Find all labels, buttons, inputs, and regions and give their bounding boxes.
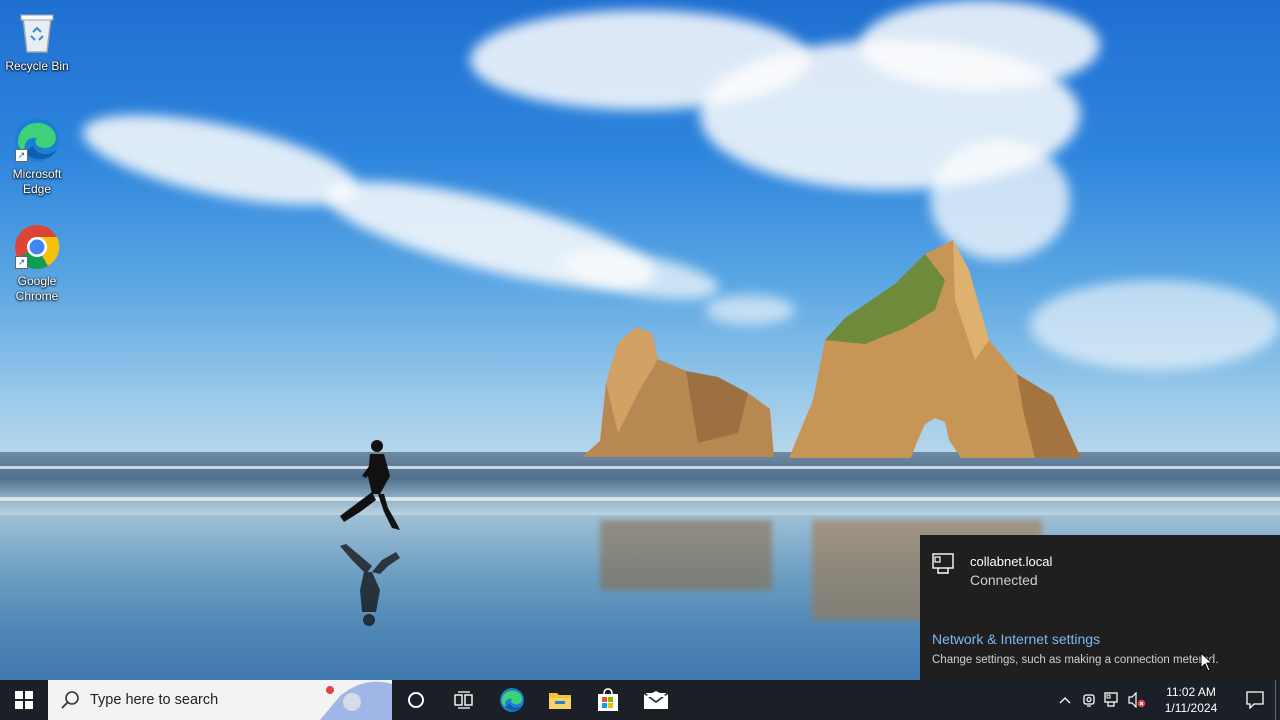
mouse-cursor-icon bbox=[1200, 652, 1214, 672]
notification-icon bbox=[1246, 691, 1264, 709]
task-view-button[interactable] bbox=[440, 680, 488, 720]
task-view-icon bbox=[454, 691, 473, 709]
chrome-icon: ↗ bbox=[13, 223, 61, 271]
start-button[interactable] bbox=[0, 680, 48, 720]
desktop-icon-recycle-bin[interactable]: Recycle Bin bbox=[1, 8, 73, 74]
surf-line bbox=[0, 497, 1280, 501]
network-settings-description: Change settings, such as making a connec… bbox=[932, 654, 1219, 666]
network-flyout: collabnet.local Connected Network & Inte… bbox=[920, 535, 1280, 680]
network-name: collabnet.local bbox=[970, 554, 1053, 569]
show-desktop-button[interactable] bbox=[1275, 680, 1280, 720]
clock-time: 11:02 AM bbox=[1166, 685, 1216, 699]
shortcut-arrow-icon: ↗ bbox=[15, 149, 28, 162]
clock-date: 1/11/2024 bbox=[1164, 701, 1218, 715]
desktop: Recycle Bin ↗ Microsoft Edge ↗ Google Ch… bbox=[0, 0, 1280, 720]
network-icon bbox=[1104, 692, 1118, 707]
cortana-button[interactable] bbox=[392, 680, 440, 720]
taskbar-clock[interactable]: 11:02 AM 1/11/2024 bbox=[1159, 684, 1223, 716]
taskbar-search-box[interactable]: Type here to search bbox=[48, 680, 392, 720]
desktop-icon-chrome[interactable]: ↗ Google Chrome bbox=[1, 223, 73, 304]
surf-line bbox=[0, 466, 1280, 469]
cloud bbox=[705, 295, 795, 325]
network-tray-button[interactable] bbox=[1101, 680, 1125, 720]
taskbar-file-explorer-button[interactable] bbox=[536, 680, 584, 720]
rock-left bbox=[582, 327, 774, 457]
rock-reflection bbox=[600, 520, 772, 590]
volume-tray-button[interactable] bbox=[1125, 680, 1149, 720]
meet-now-icon bbox=[1083, 694, 1095, 707]
taskbar: Type here to search 11:02 AM 1/11/2024 bbox=[0, 680, 1280, 720]
ethernet-icon bbox=[932, 553, 954, 574]
taskbar-edge-button[interactable] bbox=[488, 680, 536, 720]
system-tray: 11:02 AM 1/11/2024 bbox=[1053, 680, 1280, 720]
search-icon bbox=[61, 691, 79, 709]
chevron-up-icon bbox=[1059, 697, 1071, 704]
microsoft-store-icon bbox=[598, 688, 618, 711]
shortcut-arrow-icon: ↗ bbox=[15, 256, 28, 269]
file-explorer-icon bbox=[549, 693, 571, 709]
action-center-button[interactable] bbox=[1235, 680, 1275, 720]
desktop-icon-label: Recycle Bin bbox=[5, 59, 69, 73]
recycle-bin-icon bbox=[13, 8, 61, 56]
mail-icon bbox=[643, 691, 669, 709]
rock-arch bbox=[789, 240, 1081, 458]
cortana-icon bbox=[408, 692, 424, 708]
pinned-apps bbox=[392, 680, 680, 720]
network-settings-link[interactable]: Network & Internet settings bbox=[932, 631, 1100, 647]
windows-logo-icon bbox=[15, 691, 33, 709]
runner-silhouette bbox=[340, 440, 400, 626]
show-hidden-icons-button[interactable] bbox=[1053, 680, 1077, 720]
taskbar-store-button[interactable] bbox=[584, 680, 632, 720]
volume-muted-icon bbox=[1128, 692, 1146, 708]
desktop-icon-label: Google Chrome bbox=[15, 274, 59, 303]
search-placeholder: Type here to search bbox=[90, 692, 219, 708]
meet-now-button[interactable] bbox=[1077, 680, 1101, 720]
desktop-icon-label: Microsoft Edge bbox=[12, 167, 62, 196]
search-highlight-art-icon bbox=[320, 680, 392, 720]
taskbar-mail-button[interactable] bbox=[632, 680, 680, 720]
edge-icon: ↗ bbox=[13, 116, 61, 164]
network-status: Connected bbox=[970, 572, 1038, 588]
edge-icon bbox=[500, 688, 524, 712]
network-item[interactable]: collabnet.local Connected bbox=[932, 553, 1052, 590]
desktop-icon-edge[interactable]: ↗ Microsoft Edge bbox=[1, 116, 73, 197]
cloud bbox=[860, 0, 1100, 90]
